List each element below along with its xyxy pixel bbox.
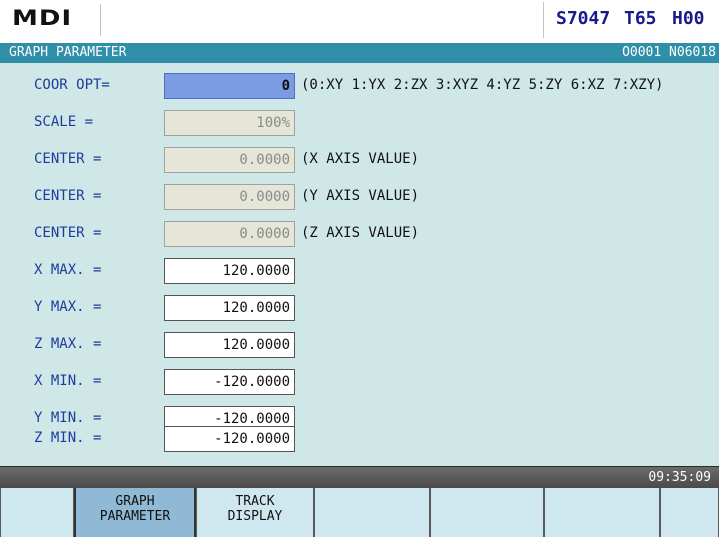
softkey-graph-parameter[interactable]: GRAPH PARAMETER bbox=[74, 488, 196, 537]
param-label: Y MIN. = bbox=[34, 410, 102, 426]
param-label: SCALE = bbox=[34, 114, 94, 130]
softkey-label-line1: GRAPH bbox=[115, 494, 155, 509]
param-label: CENTER = bbox=[34, 225, 102, 241]
softkey-1[interactable] bbox=[0, 488, 74, 537]
param-row-y-max: Y MAX. = 120.0000 bbox=[0, 295, 719, 321]
h-offset-code: H00 bbox=[672, 8, 705, 29]
divider bbox=[100, 4, 101, 36]
param-row-coor-opt: COOR OPT= 0 (0:XY 1:YX 2:ZX 3:XYZ 4:YZ 5… bbox=[0, 73, 719, 99]
param-row-center-y: CENTER = 0.0000 (Y AXIS VALUE) bbox=[0, 184, 719, 210]
param-row-z-max: Z MAX. = 120.0000 bbox=[0, 332, 719, 358]
scale-field: 100% bbox=[164, 110, 295, 136]
spindle-speed: S7047 bbox=[556, 8, 611, 29]
parameter-panel: COOR OPT= 0 (0:XY 1:YX 2:ZX 3:XYZ 4:YZ 5… bbox=[0, 63, 719, 466]
softkey-track-display[interactable]: TRACK DISPLAY bbox=[196, 488, 314, 537]
z-max-field[interactable]: 120.0000 bbox=[164, 332, 295, 358]
param-row-center-z: CENTER = 0.0000 (Z AXIS VALUE) bbox=[0, 221, 719, 247]
screen-title-bar: GRAPH PARAMETER O0001 N06018 bbox=[0, 43, 719, 63]
softkey-4[interactable] bbox=[314, 488, 430, 537]
softkey-bar: GRAPH PARAMETER TRACK DISPLAY bbox=[0, 488, 719, 537]
y-max-field[interactable]: 120.0000 bbox=[164, 295, 295, 321]
spindle-tool-status: S7047 T65 H00 bbox=[543, 2, 719, 38]
x-max-field[interactable]: 120.0000 bbox=[164, 258, 295, 284]
center-x-field: 0.0000 bbox=[164, 147, 295, 173]
param-label: Z MIN. = bbox=[34, 430, 102, 446]
x-min-field[interactable]: -120.0000 bbox=[164, 369, 295, 395]
center-y-field: 0.0000 bbox=[164, 184, 295, 210]
param-label: COOR OPT= bbox=[34, 77, 110, 93]
softkey-label-line1: TRACK bbox=[235, 494, 275, 509]
param-row-z-min-visible: Z MIN. = -120.0000 bbox=[0, 426, 719, 452]
mode-indicator: MDI bbox=[12, 6, 73, 31]
param-row-x-max: X MAX. = 120.0000 bbox=[0, 258, 719, 284]
top-status-bar: MDI S7047 T65 H00 bbox=[0, 0, 719, 44]
param-label: CENTER = bbox=[34, 151, 102, 167]
page-title: GRAPH PARAMETER bbox=[9, 45, 127, 60]
softkey-6[interactable] bbox=[544, 488, 660, 537]
center-z-field: 0.0000 bbox=[164, 221, 295, 247]
z-min-field[interactable]: -120.0000 bbox=[164, 426, 295, 452]
clock: 09:35:09 bbox=[648, 470, 711, 485]
softkey-label-line2: DISPLAY bbox=[227, 509, 283, 524]
param-label: Y MAX. = bbox=[34, 299, 102, 315]
softkey-7[interactable] bbox=[660, 488, 719, 537]
param-note: (0:XY 1:YX 2:ZX 3:XYZ 4:YZ 5:ZY 6:XZ 7:X… bbox=[301, 77, 664, 93]
param-note: (Y AXIS VALUE) bbox=[301, 188, 420, 204]
program-number: O0001 N06018 bbox=[622, 45, 716, 60]
param-note: (Z AXIS VALUE) bbox=[301, 225, 420, 241]
param-row-x-min: X MIN. = -120.0000 bbox=[0, 369, 719, 395]
param-row-scale: SCALE = 100% bbox=[0, 110, 719, 136]
coor-opt-field[interactable]: 0 bbox=[164, 73, 295, 99]
param-label: CENTER = bbox=[34, 188, 102, 204]
bottom-status-bar: 09:35:09 bbox=[0, 466, 719, 488]
param-label: Z MAX. = bbox=[34, 336, 102, 352]
softkey-5[interactable] bbox=[430, 488, 544, 537]
param-row-center-x: CENTER = 0.0000 (X AXIS VALUE) bbox=[0, 147, 719, 173]
softkey-label-line2: PARAMETER bbox=[99, 509, 171, 524]
param-note: (X AXIS VALUE) bbox=[301, 151, 420, 167]
tool-number: T65 bbox=[624, 8, 657, 29]
param-label: X MIN. = bbox=[34, 373, 102, 389]
param-label: X MAX. = bbox=[34, 262, 102, 278]
